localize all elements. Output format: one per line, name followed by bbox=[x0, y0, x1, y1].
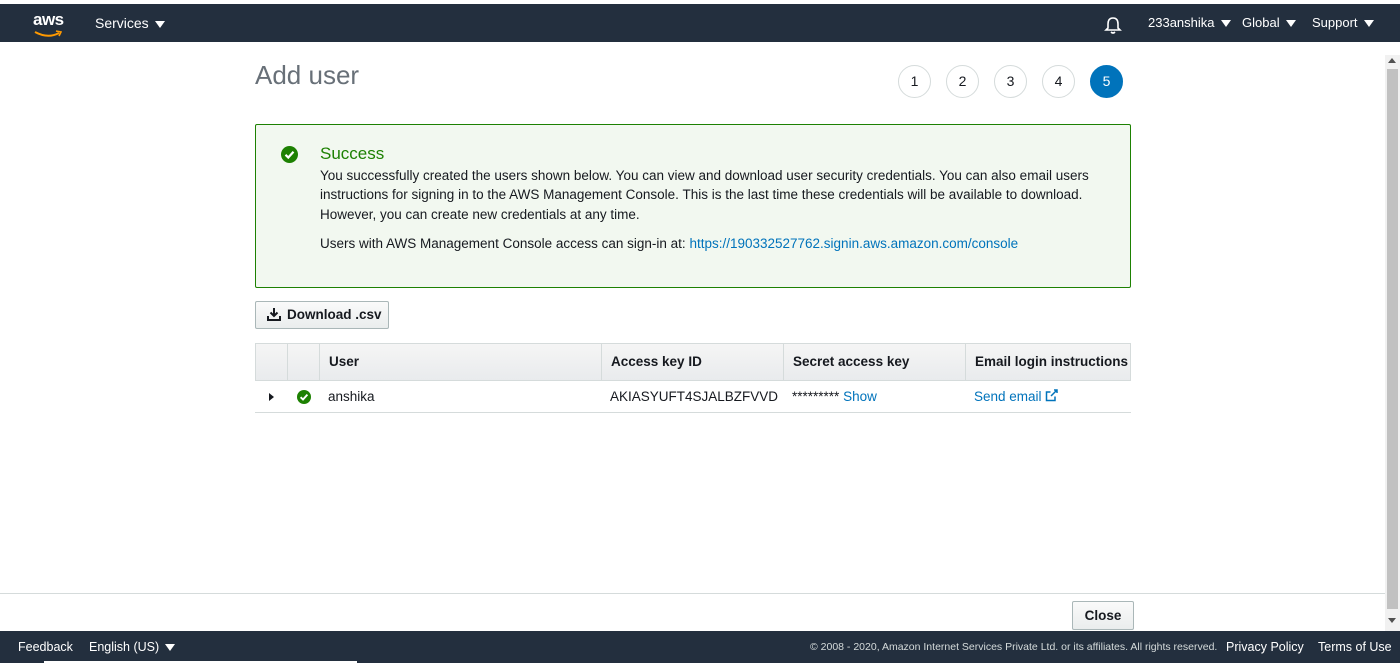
step-1[interactable]: 1 bbox=[898, 65, 931, 98]
secret-access-key-cell: ********* Show bbox=[792, 381, 877, 412]
aws-logo-text: aws bbox=[33, 10, 64, 29]
step-4[interactable]: 4 bbox=[1042, 65, 1075, 98]
send-email-cell: Send email bbox=[974, 381, 1059, 412]
expand-row-icon[interactable] bbox=[269, 393, 274, 401]
column-header-secret-key[interactable]: Secret access key bbox=[783, 344, 909, 380]
terms-of-use-link[interactable]: Terms of Use bbox=[1318, 640, 1392, 654]
caret-down-icon bbox=[165, 644, 176, 652]
support-menu[interactable]: Support bbox=[1312, 15, 1374, 30]
access-key-id: AKIASYUFT4SJALBZFVVD bbox=[610, 389, 779, 404]
caret-down-icon bbox=[154, 20, 165, 28]
column-header-user[interactable]: User bbox=[319, 344, 359, 380]
external-link-icon bbox=[1046, 389, 1059, 402]
download-csv-label: Download .csv bbox=[287, 307, 382, 322]
alert-title: Success bbox=[320, 144, 385, 163]
alert-message: You successfully created the users shown… bbox=[320, 168, 1089, 222]
step-3[interactable]: 3 bbox=[994, 65, 1027, 98]
scroll-thumb[interactable] bbox=[1387, 69, 1398, 609]
check-circle-icon bbox=[281, 146, 298, 163]
caret-down-icon bbox=[1285, 20, 1296, 28]
scroll-down-icon[interactable] bbox=[1388, 618, 1396, 623]
aws-logo[interactable]: aws bbox=[33, 10, 64, 37]
region-menu[interactable]: Global bbox=[1242, 15, 1296, 30]
table-header: User Access key ID Secret access key Ema… bbox=[255, 343, 1131, 381]
step-2[interactable]: 2 bbox=[946, 65, 979, 98]
wizard-footer: Close bbox=[0, 593, 1385, 631]
services-menu[interactable]: Services bbox=[95, 15, 165, 31]
download-csv-button[interactable]: Download .csv bbox=[255, 301, 389, 329]
check-circle-icon bbox=[297, 390, 311, 404]
support-label: Support bbox=[1312, 15, 1358, 30]
send-email-link[interactable]: Send email bbox=[974, 389, 1059, 404]
signin-info: Users with AWS Management Console access… bbox=[320, 236, 1018, 251]
send-email-label: Send email bbox=[974, 389, 1042, 404]
language-selector[interactable]: English (US) bbox=[89, 640, 176, 654]
caret-down-icon bbox=[1363, 20, 1374, 28]
step-5-active[interactable]: 5 bbox=[1090, 65, 1123, 98]
scroll-up-icon[interactable] bbox=[1388, 58, 1396, 63]
services-label: Services bbox=[95, 15, 149, 31]
download-icon bbox=[267, 308, 281, 321]
select-column-header bbox=[287, 344, 319, 380]
page-scrollbar[interactable] bbox=[1385, 55, 1400, 631]
account-label: 233anshika bbox=[1148, 15, 1215, 30]
column-header-email-instructions[interactable]: Email login instructions bbox=[965, 344, 1128, 380]
signin-url-link[interactable]: https://190332527762.signin.aws.amazon.c… bbox=[689, 236, 1018, 251]
show-secret-link[interactable]: Show bbox=[843, 389, 877, 404]
aws-smile-icon bbox=[34, 30, 62, 37]
copyright-text: © 2008 - 2020, Amazon Internet Services … bbox=[810, 641, 1218, 653]
secret-key-mask: ********* bbox=[792, 389, 840, 404]
caret-down-icon bbox=[1220, 20, 1231, 28]
close-button[interactable]: Close bbox=[1072, 601, 1134, 630]
language-label: English (US) bbox=[89, 640, 160, 654]
table-row: anshika AKIASYUFT4SJALBZFVVD ********* S… bbox=[255, 381, 1131, 413]
top-nav-bar: aws Services 233anshika Global Support bbox=[0, 0, 1400, 42]
column-header-access-key[interactable]: Access key ID bbox=[601, 344, 702, 380]
bell-icon[interactable] bbox=[1104, 15, 1122, 35]
account-menu[interactable]: 233anshika bbox=[1148, 15, 1231, 30]
console-footer: Feedback English (US) © 2008 - 2020, Ama… bbox=[0, 631, 1400, 663]
signin-prefix: Users with AWS Management Console access… bbox=[320, 236, 686, 251]
region-label: Global bbox=[1242, 15, 1280, 30]
privacy-policy-link[interactable]: Privacy Policy bbox=[1226, 640, 1304, 654]
feedback-link[interactable]: Feedback bbox=[18, 640, 73, 654]
page-title: Add user bbox=[255, 60, 360, 90]
user-name: anshika bbox=[328, 389, 375, 404]
success-alert: Success You successfully created the use… bbox=[255, 124, 1131, 288]
